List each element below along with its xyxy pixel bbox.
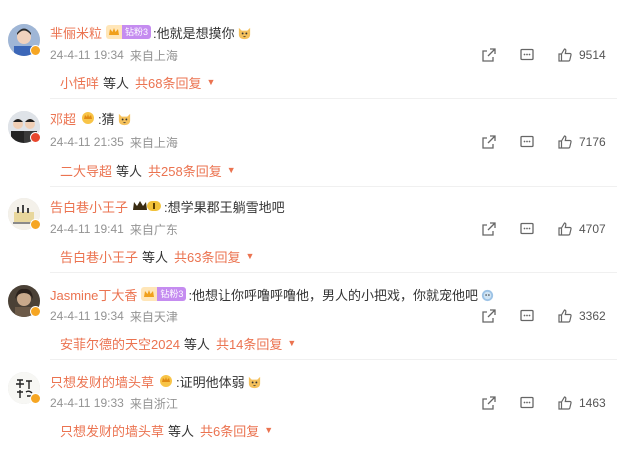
reply-count-link[interactable]: 共14条回复 xyxy=(216,334,282,353)
lion-face-emoji-icon xyxy=(481,289,494,301)
comment-location: 来自广东 xyxy=(129,222,178,237)
reply-others-label: 等人 xyxy=(183,336,210,352)
like-count: 1463 xyxy=(579,396,606,410)
caret-down-icon[interactable]: ▼ xyxy=(207,77,216,87)
comment-text: :想学果郡王躺雪地吧 xyxy=(164,199,285,215)
fan-crown-icon xyxy=(80,111,96,125)
comment-date: 24-4-11 19:34 xyxy=(50,309,124,323)
divider xyxy=(50,359,617,360)
cat-face-emoji-icon xyxy=(118,113,130,125)
comment-icon[interactable] xyxy=(519,308,535,324)
comment-location: 来自天津 xyxy=(129,309,178,324)
comment-icon[interactable] xyxy=(519,221,535,237)
username-link[interactable]: 告白巷小王子 xyxy=(50,197,128,216)
comment-text: :证明他体弱 xyxy=(176,374,245,390)
verified-badge-icon xyxy=(30,45,41,56)
like-count: 4707 xyxy=(579,222,606,236)
vip-crown-icon xyxy=(132,199,162,213)
comment-date: 24-4-11 19:41 xyxy=(50,222,124,236)
cat-face-emoji-icon xyxy=(248,376,260,388)
reply-user-link[interactable]: 只想发财的墙头草 xyxy=(60,421,164,440)
thumbs-up-icon[interactable] xyxy=(557,395,573,411)
fan-crown-icon xyxy=(158,374,174,388)
crown-icon xyxy=(141,287,158,301)
reply-others-label: 等人 xyxy=(116,163,143,179)
thumbs-up-icon[interactable] xyxy=(557,308,573,324)
reply-user-link[interactable]: 告白巷小王子 xyxy=(60,247,138,266)
replies-summary[interactable]: 只想发财的墙头草 等人 共6条回复 ▼ xyxy=(60,420,273,440)
fan-level-label: 钻粉3 xyxy=(157,287,187,301)
verified-badge-icon xyxy=(30,306,41,317)
comment-location: 来自浙江 xyxy=(129,396,178,411)
caret-down-icon[interactable]: ▼ xyxy=(287,338,296,348)
comment-location: 来自上海 xyxy=(129,48,178,63)
username-link[interactable]: 邓超 xyxy=(50,109,76,128)
reply-others-label: 等人 xyxy=(168,423,195,439)
reply-count-link[interactable]: 共258条回复 xyxy=(148,161,222,180)
verified-badge-icon xyxy=(30,132,41,143)
reply-user-link[interactable]: 安菲尔德的天空2024 xyxy=(60,334,180,353)
share-icon[interactable] xyxy=(481,221,497,237)
share-icon[interactable] xyxy=(481,47,497,63)
replies-summary[interactable]: 安菲尔德的天空2024 等人 共14条回复 ▼ xyxy=(60,333,296,353)
comment-date: 24-4-11 21:35 xyxy=(50,135,124,149)
share-icon[interactable] xyxy=(481,134,497,150)
replies-summary[interactable]: 小恬咩 等人 共68条回复 ▼ xyxy=(60,72,215,92)
username-link[interactable]: 芈俪米粒 xyxy=(50,23,102,42)
fan-level-badge: 钻粉3 xyxy=(141,287,187,301)
reply-others-label: 等人 xyxy=(142,249,169,265)
reply-others-label: 等人 xyxy=(103,75,130,91)
replies-summary[interactable]: 二大导超 等人 共258条回复 ▼ xyxy=(60,160,236,180)
divider xyxy=(50,186,617,187)
verified-badge-icon xyxy=(30,219,41,230)
divider xyxy=(50,98,617,99)
comment-icon[interactable] xyxy=(519,134,535,150)
reply-user-link[interactable]: 二大导超 xyxy=(60,161,112,180)
verified-badge-icon xyxy=(30,393,41,404)
comment-text: :他就是想摸你 xyxy=(153,25,235,41)
comment-text: :他想让你呼噜呼噜他，男人的小把戏，你就宠他吧 xyxy=(188,287,479,303)
share-icon[interactable] xyxy=(481,308,497,324)
comment-icon[interactable] xyxy=(519,395,535,411)
reply-user-link[interactable]: 小恬咩 xyxy=(60,73,99,92)
thumbs-up-icon[interactable] xyxy=(557,221,573,237)
thumbs-up-icon[interactable] xyxy=(557,134,573,150)
caret-down-icon[interactable]: ▼ xyxy=(264,425,273,435)
crown-icon xyxy=(106,25,123,39)
cat-face-emoji-icon xyxy=(238,27,250,39)
replies-summary[interactable]: 告白巷小王子 等人 共63条回复 ▼ xyxy=(60,246,254,266)
caret-down-icon[interactable]: ▼ xyxy=(227,165,236,175)
share-icon[interactable] xyxy=(481,395,497,411)
username-link[interactable]: 只想发财的墙头草 xyxy=(50,372,154,391)
comment-icon[interactable] xyxy=(519,47,535,63)
caret-down-icon[interactable]: ▼ xyxy=(246,251,255,261)
reply-count-link[interactable]: 共6条回复 xyxy=(200,421,259,440)
fan-level-badge: 钻粉3 xyxy=(106,25,152,39)
username-link[interactable]: Jasmine丁大香 xyxy=(50,285,137,304)
thumbs-up-icon[interactable] xyxy=(557,47,573,63)
like-count: 3362 xyxy=(579,309,606,323)
comment-date: 24-4-11 19:34 xyxy=(50,48,124,62)
like-count: 9514 xyxy=(579,48,606,62)
reply-count-link[interactable]: 共63条回复 xyxy=(174,247,240,266)
fan-level-label: 钻粉3 xyxy=(122,25,152,39)
comment-text: :猜 xyxy=(98,111,115,127)
comment-location: 来自上海 xyxy=(129,135,178,150)
divider xyxy=(50,272,617,273)
comment-date: 24-4-11 19:33 xyxy=(50,396,124,410)
like-count: 7176 xyxy=(579,135,606,149)
reply-count-link[interactable]: 共68条回复 xyxy=(135,73,201,92)
